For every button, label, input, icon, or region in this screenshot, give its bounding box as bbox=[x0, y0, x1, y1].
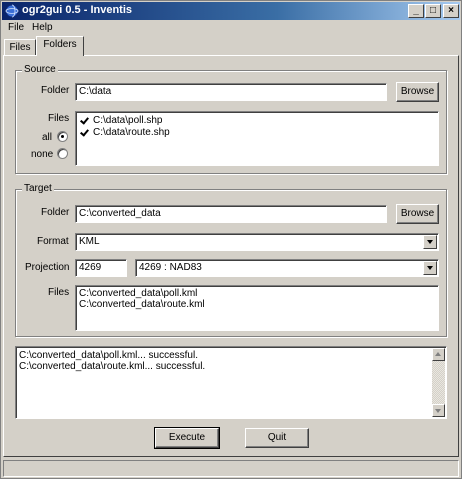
radio-all[interactable] bbox=[57, 131, 68, 142]
source-folder-label: Folder bbox=[41, 85, 70, 96]
window-title: ogr2gui 0.5 - Inventis bbox=[22, 4, 133, 16]
source-folder-input[interactable]: C:\data bbox=[75, 83, 387, 101]
format-selected-value: KML bbox=[79, 236, 100, 247]
menu-bar: File Help bbox=[2, 21, 460, 36]
log-line: C:\converted_data\route.kml... successfu… bbox=[19, 361, 206, 372]
source-browse-button[interactable]: Browse bbox=[396, 82, 439, 102]
execute-button[interactable]: Execute bbox=[154, 427, 220, 449]
target-folder-input[interactable]: C:\converted_data bbox=[75, 205, 387, 223]
tab-folders[interactable]: Folders bbox=[36, 36, 84, 56]
checkbox-checked-icon[interactable] bbox=[80, 116, 90, 126]
source-group-title: Source bbox=[22, 64, 58, 76]
menu-help[interactable]: Help bbox=[32, 22, 53, 33]
maximize-button[interactable]: □ bbox=[425, 4, 441, 18]
chevron-down-icon[interactable] bbox=[423, 261, 437, 275]
target-browse-button[interactable]: Browse bbox=[396, 204, 439, 224]
log-scrollbar[interactable] bbox=[432, 348, 445, 417]
source-files-label: Files bbox=[48, 113, 70, 124]
tab-files[interactable]: Files bbox=[4, 39, 36, 56]
source-file-name: C:\data\poll.shp bbox=[93, 115, 163, 126]
title-bar[interactable]: ogr2gui 0.5 - Inventis _ □ × bbox=[2, 2, 460, 20]
projection-select[interactable]: 4269 : NAD83 bbox=[135, 259, 439, 277]
target-group-title: Target bbox=[22, 183, 54, 195]
radio-all-label: all bbox=[42, 132, 53, 143]
projection-label: Projection bbox=[25, 262, 70, 273]
minimize-button[interactable]: _ bbox=[408, 4, 424, 18]
target-files-label: Files bbox=[48, 287, 70, 298]
log-output[interactable]: C:\converted_data\poll.kml... successful… bbox=[15, 346, 447, 419]
radio-none-label: none bbox=[31, 149, 54, 160]
scroll-up-icon[interactable] bbox=[432, 348, 445, 361]
target-folder-label: Folder bbox=[41, 207, 70, 218]
format-select[interactable]: KML bbox=[75, 233, 439, 251]
checkbox-checked-icon[interactable] bbox=[80, 128, 90, 138]
radio-none[interactable] bbox=[57, 148, 68, 159]
target-files-list[interactable]: C:\converted_data\poll.kml C:\converted_… bbox=[75, 285, 439, 331]
projection-code-input[interactable]: 4269 bbox=[75, 259, 127, 277]
list-item[interactable]: C:\converted_data\route.kml bbox=[79, 299, 205, 311]
quit-button[interactable]: Quit bbox=[245, 428, 309, 448]
globe-icon bbox=[5, 4, 19, 18]
app-window: ogr2gui 0.5 - Inventis _ □ × File Help F… bbox=[0, 0, 462, 479]
source-file-name: C:\data\route.shp bbox=[93, 127, 170, 138]
close-button[interactable]: × bbox=[443, 4, 459, 18]
projection-selected-value: 4269 : NAD83 bbox=[139, 262, 202, 273]
scroll-down-icon[interactable] bbox=[432, 404, 445, 417]
chevron-down-icon[interactable] bbox=[423, 235, 437, 249]
source-files-list[interactable]: C:\data\poll.shp C:\data\route.shp bbox=[75, 111, 439, 166]
menu-file[interactable]: File bbox=[8, 22, 24, 33]
status-bar bbox=[3, 460, 459, 477]
format-label: Format bbox=[37, 236, 69, 247]
